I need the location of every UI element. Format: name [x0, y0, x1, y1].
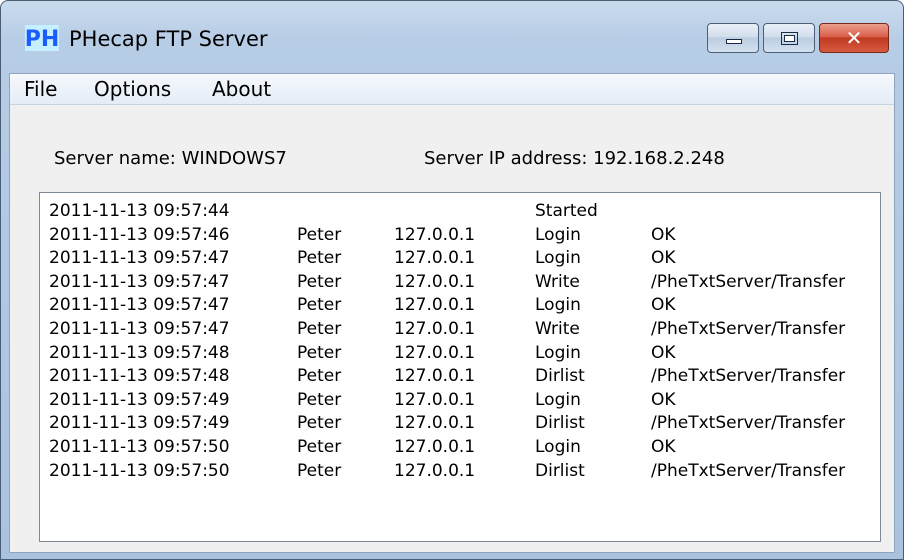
log-row[interactable]: 2011-11-13 09:57:49 Peter 127.0.0.1 Login OK: [40, 390, 880, 412]
log-row[interactable]: 2011-11-13 09:57:46 Peter 127.0.0.1 Login OK: [40, 225, 880, 247]
log-action: Login: [535, 389, 581, 410]
menu-file[interactable]: File: [18, 77, 63, 101]
app-window: PH PHecap FTP Server ✕ File Options Abou…: [0, 0, 904, 560]
log-action: Login: [535, 437, 581, 457]
log-ip: 127.0.0.1: [394, 319, 476, 339]
log-result: OK: [651, 248, 676, 269]
log-timestamp: 2011-11-13 09:57:48: [49, 366, 230, 387]
log-result: OK: [651, 342, 676, 363]
log-user: Peter: [297, 460, 342, 481]
log-ip: 127.0.0.1: [394, 224, 476, 245]
log-timestamp: 2011-11-13 09:57:46: [49, 224, 230, 245]
server-ip-label: Server IP address: 192.168.2.248: [424, 148, 725, 169]
log-action: Login: [535, 248, 581, 269]
client-area: File Options About Server name: WINDOWS7…: [9, 73, 895, 553]
log-result: /PheTxtServer/Transfer: [651, 460, 846, 481]
log-timestamp: 2011-11-13 09:57:49: [49, 413, 230, 434]
log-action: Dirlist: [535, 460, 585, 481]
log-row[interactable]: 2011-11-13 09:57:48 Peter 127.0.0.1 Dirlist…: [40, 366, 880, 388]
log-row[interactable]: 2011-11-13 09:57:50 Peter 127.0.0.1 Dirlist…: [40, 461, 880, 483]
log-action: Login: [535, 224, 581, 245]
log-ip: 127.0.0.1: [394, 389, 476, 410]
menu-about[interactable]: About: [206, 77, 277, 101]
log-ip: 127.0.0.1: [394, 342, 476, 363]
log-timestamp: 2011-11-13 09:57:47: [49, 248, 230, 269]
log-ip: 127.0.0.1: [394, 413, 476, 434]
log-action: Started: [535, 201, 598, 221]
log-timestamp: 2011-11-13 09:57:50: [49, 460, 230, 481]
log-result: /PheTxtServer/Transfer: [651, 366, 846, 387]
title-bar[interactable]: PH PHecap FTP Server ✕: [1, 1, 903, 71]
menu-options[interactable]: Options: [88, 77, 177, 101]
log-timestamp: 2011-11-13 09:57:47: [49, 295, 230, 316]
maximize-icon: [781, 32, 798, 45]
server-name-label: Server name: WINDOWS7: [54, 148, 287, 169]
log-row[interactable]: 2011-11-13 09:57:47 Peter 127.0.0.1 Write/P…: [40, 319, 880, 341]
log-result: OK: [651, 224, 676, 245]
log-row[interactable]: 2011-11-13 09:57:47 Peter 127.0.0.1 Write/P…: [40, 272, 880, 294]
log-row[interactable]: 2011-11-13 09:57:49 Peter 127.0.0.1 Dirlist…: [40, 413, 880, 435]
log-ip: 127.0.0.1: [394, 460, 476, 481]
log-action: Dirlist: [535, 366, 585, 387]
log-user: Peter: [297, 271, 342, 292]
log-timestamp: 2011-11-13 09:57:47: [49, 319, 230, 339]
log-action: Write: [535, 319, 580, 339]
log-row[interactable]: 2011-11-13 09:57:44 Started: [40, 201, 880, 223]
log-user: Peter: [297, 319, 342, 339]
log-row[interactable]: 2011-11-13 09:57:48 Peter 127.0.0.1 Login OK: [40, 343, 880, 365]
log-timestamp: 2011-11-13 09:57:47: [49, 271, 230, 292]
log-user: Peter: [297, 248, 342, 269]
log-user: Peter: [297, 413, 342, 434]
log-user: Peter: [297, 366, 342, 387]
log-result: OK: [651, 389, 676, 410]
log-ip: 127.0.0.1: [394, 295, 476, 316]
log-result: /PheTxtServer/Transfer: [651, 413, 846, 434]
log-user: Peter: [297, 389, 342, 410]
maximize-button[interactable]: [763, 23, 815, 53]
log-user: Peter: [297, 437, 342, 457]
log-user: Peter: [297, 342, 342, 363]
minimize-button[interactable]: [707, 23, 759, 53]
close-button[interactable]: ✕: [819, 23, 889, 53]
app-icon: PH: [25, 25, 59, 51]
log-row[interactable]: 2011-11-13 09:57:47 Peter 127.0.0.1 Login OK: [40, 295, 880, 317]
log-row[interactable]: 2011-11-13 09:57:50 Peter 127.0.0.1 Login OK: [40, 437, 880, 459]
log-result: /PheTxtServer/Transfer: [651, 319, 846, 339]
log-action: Dirlist: [535, 413, 585, 434]
log-result: OK: [651, 437, 676, 457]
log-timestamp: 2011-11-13 09:57:44: [49, 201, 230, 221]
log-timestamp: 2011-11-13 09:57:49: [49, 389, 230, 410]
close-icon: ✕: [845, 26, 863, 50]
log-timestamp: 2011-11-13 09:57:48: [49, 342, 230, 363]
log-ip: 127.0.0.1: [394, 366, 476, 387]
minimize-icon: [726, 39, 742, 44]
log-user: Peter: [297, 224, 342, 245]
log-list[interactable]: 2011-11-13 09:57:44 Started 2011-11-13 09:…: [39, 192, 881, 542]
log-result: /PheTxtServer/Transfer: [651, 271, 846, 292]
log-action: Write: [535, 271, 580, 292]
log-timestamp: 2011-11-13 09:57:50: [49, 437, 230, 457]
log-user: Peter: [297, 295, 342, 316]
log-ip: 127.0.0.1: [394, 271, 476, 292]
log-ip: 127.0.0.1: [394, 437, 476, 457]
window-title: PHecap FTP Server: [69, 27, 268, 51]
log-ip: 127.0.0.1: [394, 248, 476, 269]
menu-bar: File Options About: [10, 74, 894, 105]
log-row[interactable]: 2011-11-13 09:57:47 Peter 127.0.0.1 Login OK: [40, 248, 880, 270]
svg-text:PH: PH: [25, 27, 59, 51]
log-result: OK: [651, 295, 676, 316]
log-action: Login: [535, 295, 581, 316]
log-action: Login: [535, 342, 581, 363]
